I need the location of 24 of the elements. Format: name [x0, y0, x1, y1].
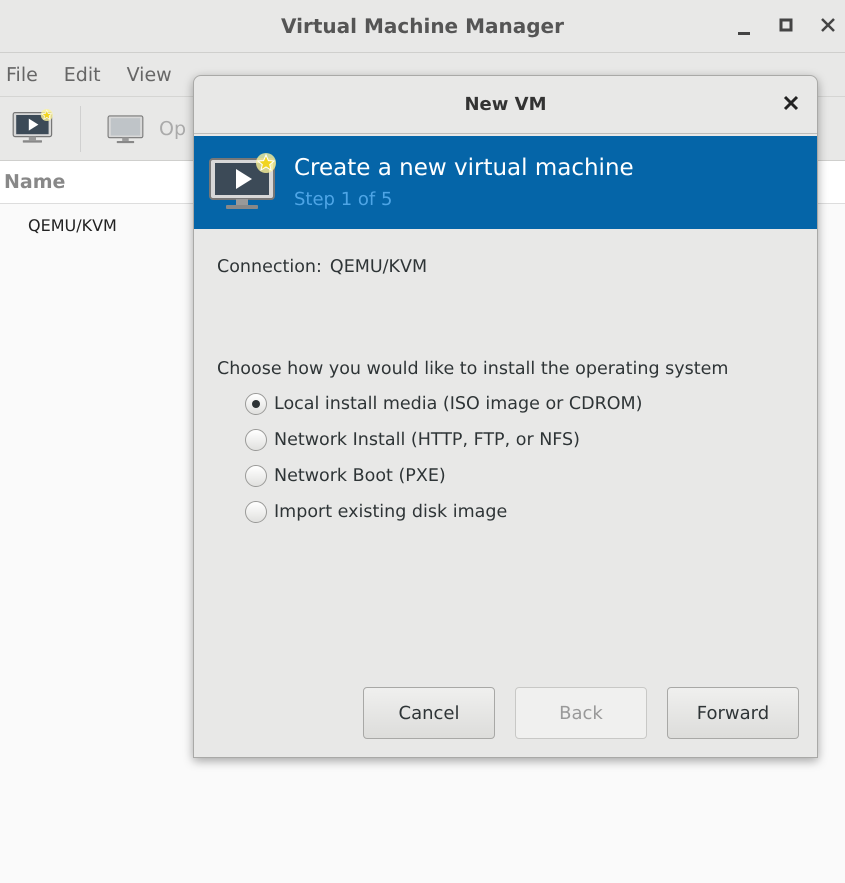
connection-value: QEMU/KVM — [330, 257, 428, 277]
monitor-star-icon — [12, 108, 54, 144]
banner-title: Create a new virtual machine — [294, 155, 634, 181]
window-title: Virtual Machine Manager — [281, 14, 564, 38]
dialog-title: New VM — [464, 94, 546, 115]
column-header[interactable]: Name — [4, 171, 66, 193]
connection-row[interactable]: QEMU/KVM — [28, 216, 117, 235]
menu-item[interactable]: View — [126, 64, 172, 86]
radio-label[interactable]: Network Boot (PXE) — [274, 466, 446, 486]
menu-item[interactable]: File — [6, 64, 38, 86]
menu-item[interactable]: Edit — [64, 64, 101, 86]
close-icon[interactable] — [783, 95, 799, 111]
dialog-button[interactable]: Forward — [667, 687, 799, 739]
radio-label[interactable]: Local install media (ISO image or CDROM) — [274, 394, 642, 414]
radio-button[interactable] — [245, 429, 267, 451]
radio-label[interactable]: Import existing disk image — [274, 502, 508, 522]
radio-button[interactable] — [245, 501, 267, 523]
connection-label: Connection: — [217, 257, 322, 277]
radio-label[interactable]: Network Install (HTTP, FTP, or NFS) — [274, 430, 580, 450]
radio-button[interactable] — [245, 393, 267, 415]
step-indicator: Step 1 of 5 — [294, 189, 394, 210]
install-prompt: Choose how you would like to install the operating system — [217, 359, 730, 379]
radio-button[interactable] — [245, 465, 267, 487]
dialog-button[interactable]: Cancel — [363, 687, 495, 739]
